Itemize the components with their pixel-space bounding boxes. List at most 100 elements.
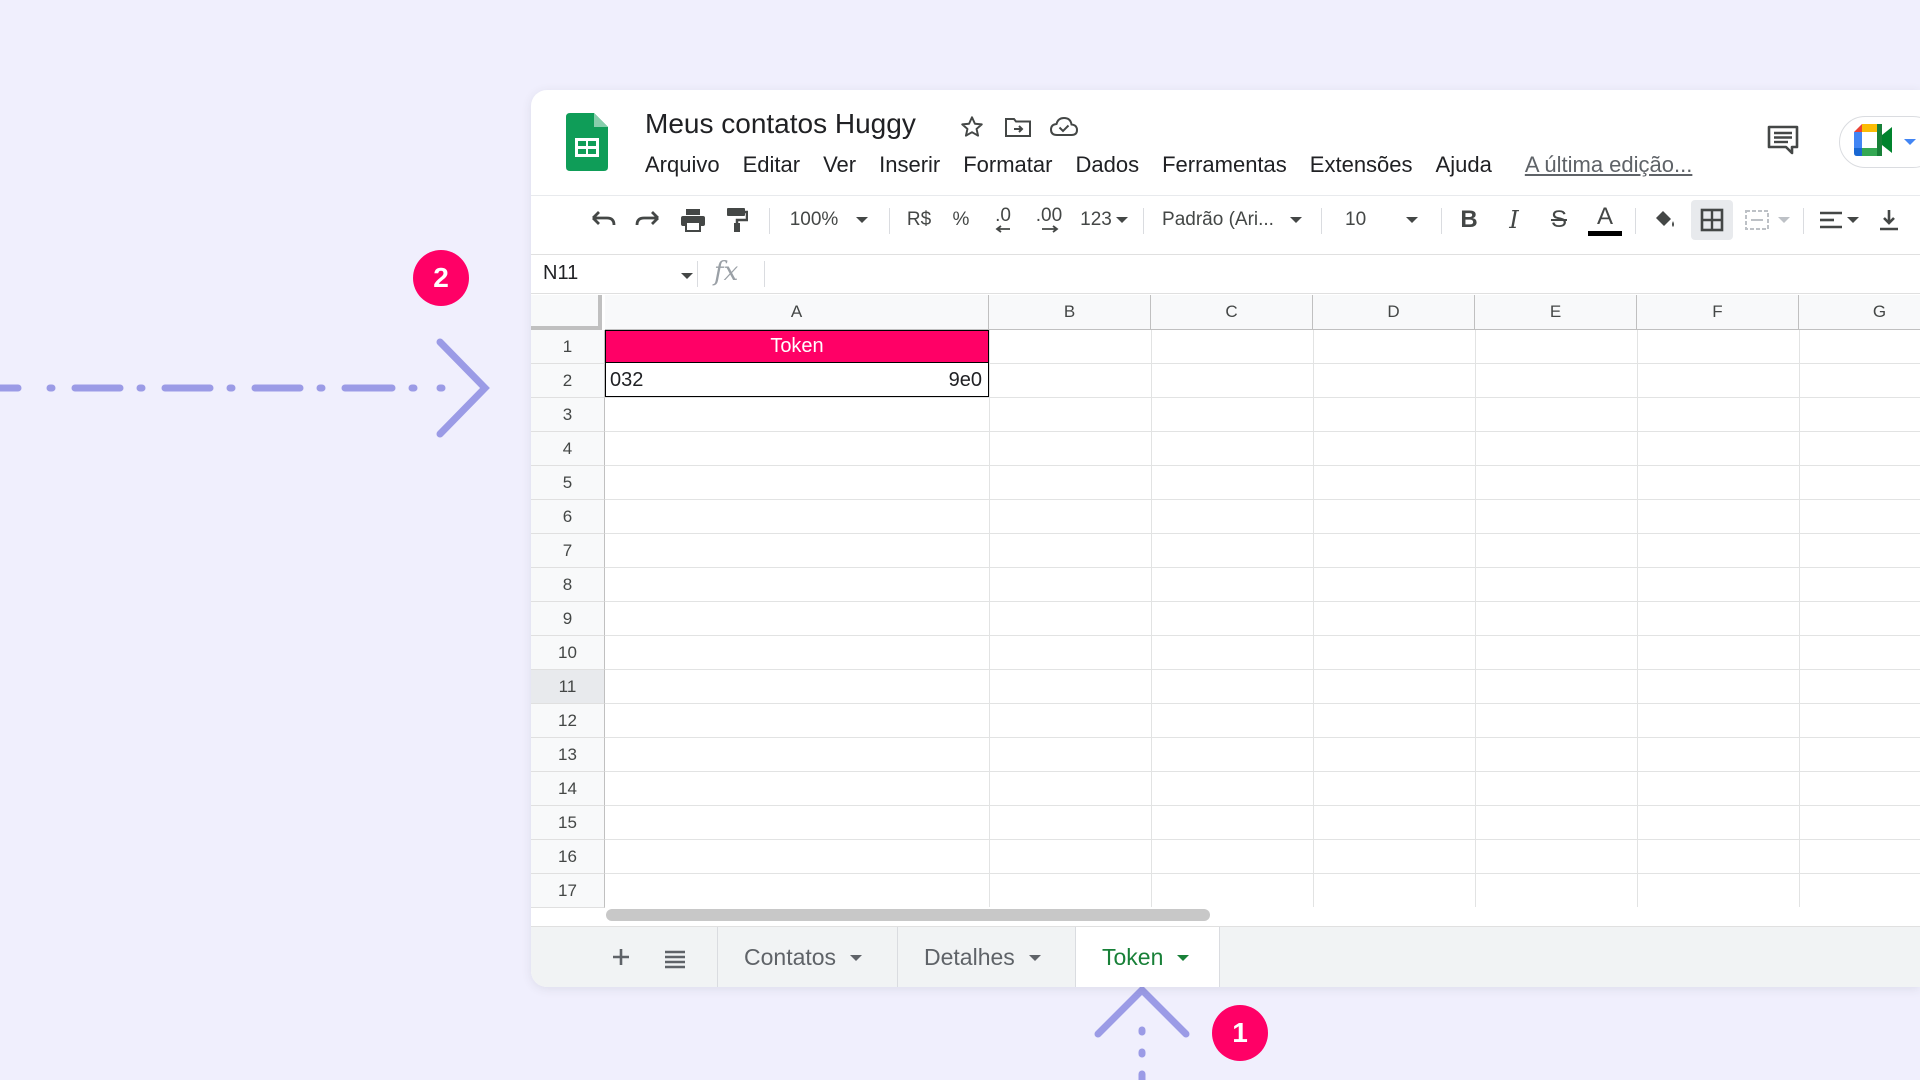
menu-ver[interactable]: Ver: [823, 152, 856, 178]
print-icon[interactable]: [676, 196, 710, 244]
more-formats-label: 123: [1080, 209, 1112, 230]
move-folder-icon[interactable]: [1003, 112, 1033, 142]
document-title[interactable]: Meus contatos Huggy: [645, 108, 916, 140]
decrease-decimal-button[interactable]: .0: [983, 196, 1023, 244]
column-header-a[interactable]: A: [605, 295, 989, 330]
spreadsheet-grid: A B C D E F G 1 2 3 4 5 6 7 8 9 10 11 12…: [531, 295, 1920, 921]
sheet-tabs-bar: Contatos Detalhes Token: [531, 926, 1920, 987]
last-edit-link[interactable]: A última edição...: [1525, 152, 1693, 178]
star-icon[interactable]: [957, 112, 987, 142]
row-header-7[interactable]: 7: [531, 534, 605, 568]
comment-history-icon[interactable]: [1763, 120, 1803, 160]
undo-icon[interactable]: [586, 196, 620, 244]
row-header-15[interactable]: 15: [531, 806, 605, 840]
bold-button[interactable]: B: [1451, 196, 1487, 244]
horizontal-scrollbar[interactable]: [606, 909, 1210, 921]
merge-cells-icon[interactable]: [1739, 196, 1795, 244]
more-formats-select[interactable]: 123: [1075, 196, 1133, 244]
badge-2: 2: [413, 250, 469, 306]
sheet-tab-detalhes-label: Detalhes: [924, 944, 1015, 970]
cell-a1-token-header[interactable]: Token: [605, 330, 989, 363]
increase-decimal-button[interactable]: .00: [1027, 196, 1071, 244]
row-header-10[interactable]: 10: [531, 636, 605, 670]
redo-icon[interactable]: [631, 196, 665, 244]
text-color-button[interactable]: A: [1585, 196, 1625, 244]
vertical-align-icon[interactable]: [1869, 196, 1909, 244]
menu-inserir[interactable]: Inserir: [879, 152, 940, 178]
toolbar: 100% R$ % .0 .00 123 Padrão (Ari... 10 B…: [531, 195, 1920, 244]
row-header-4[interactable]: 4: [531, 432, 605, 466]
row-header-5[interactable]: 5: [531, 466, 605, 500]
sheets-logo-icon[interactable]: [566, 113, 608, 171]
font-family-select[interactable]: Padrão (Ari...: [1153, 196, 1311, 244]
all-sheets-button[interactable]: [657, 941, 693, 977]
italic-button[interactable]: I: [1496, 196, 1532, 244]
cell-a2-token-value[interactable]: 032 9e0: [605, 363, 989, 397]
bottom-dashed-arrow: [1094, 985, 1190, 1080]
row-header-17[interactable]: 17: [531, 874, 605, 908]
text-color-label: A: [1596, 202, 1613, 230]
row-header-8[interactable]: 8: [531, 568, 605, 602]
chevron-down-icon: [850, 954, 863, 961]
row-header-12[interactable]: 12: [531, 704, 605, 738]
column-header-f[interactable]: F: [1637, 295, 1799, 330]
menu-ajuda[interactable]: Ajuda: [1436, 152, 1492, 178]
chevron-down-icon: [1028, 954, 1041, 961]
menu-editar[interactable]: Editar: [743, 152, 800, 178]
meet-chevron-down-icon: [1904, 139, 1916, 145]
meet-icon: [1854, 123, 1898, 161]
name-box[interactable]: N11: [543, 262, 578, 285]
column-header-b[interactable]: B: [989, 295, 1151, 330]
horizontal-align-icon[interactable]: [1813, 196, 1865, 244]
row-header-11[interactable]: 11: [531, 670, 605, 704]
menu-extensoes[interactable]: Extensões: [1310, 152, 1413, 178]
currency-format-button[interactable]: R$: [899, 196, 939, 244]
name-box-chevron-down-icon[interactable]: [681, 273, 693, 279]
meet-button[interactable]: [1839, 116, 1920, 168]
fill-color-icon[interactable]: [1645, 196, 1685, 244]
sheet-tab-token-label: Token: [1102, 944, 1164, 970]
menu-bar: Arquivo Editar Ver Inserir Formatar Dado…: [645, 152, 1715, 178]
row-header-2[interactable]: 2: [531, 364, 605, 398]
column-header-c[interactable]: C: [1151, 295, 1313, 330]
formula-bar: N11 fx: [531, 254, 1920, 294]
increase-decimal-label: .00: [1035, 205, 1063, 226]
font-size-value: 10: [1345, 209, 1367, 230]
decrease-decimal-label: .0: [995, 205, 1011, 226]
column-header-g[interactable]: G: [1799, 295, 1920, 330]
row-header-16[interactable]: 16: [531, 840, 605, 874]
zoom-select[interactable]: 100%: [779, 196, 879, 244]
column-header-d[interactable]: D: [1313, 295, 1475, 330]
font-size-select[interactable]: 10: [1331, 196, 1431, 244]
plus-icon: [613, 949, 629, 965]
fx-icon: fx: [714, 257, 739, 287]
sheet-tab-token[interactable]: Token: [1075, 927, 1219, 987]
menu-dados[interactable]: Dados: [1075, 152, 1139, 178]
select-all-corner[interactable]: [531, 295, 602, 330]
row-header-9[interactable]: 9: [531, 602, 605, 636]
row-header-14[interactable]: 14: [531, 772, 605, 806]
menu-ferramentas[interactable]: Ferramentas: [1162, 152, 1287, 178]
borders-icon[interactable]: [1691, 200, 1733, 240]
menu-arquivo[interactable]: Arquivo: [645, 152, 720, 178]
badge-1: 1: [1212, 1005, 1268, 1061]
token-value-start: 032: [610, 369, 644, 391]
cloud-saved-icon[interactable]: [1049, 112, 1079, 142]
strikethrough-button[interactable]: S: [1541, 196, 1577, 244]
row-header-3[interactable]: 3: [531, 398, 605, 432]
sheet-tab-contatos[interactable]: Contatos: [717, 927, 897, 987]
row-header-13[interactable]: 13: [531, 738, 605, 772]
sheet-tab-detalhes[interactable]: Detalhes: [897, 927, 1075, 987]
menu-formatar[interactable]: Formatar: [963, 152, 1052, 178]
chevron-down-icon: [1177, 954, 1190, 961]
text-color-swatch: [1588, 230, 1622, 236]
add-sheet-button[interactable]: [603, 939, 639, 975]
row-header-1[interactable]: 1: [531, 330, 605, 364]
column-header-e[interactable]: E: [1475, 295, 1637, 330]
row-header-6[interactable]: 6: [531, 500, 605, 534]
formula-input[interactable]: [776, 262, 1876, 286]
cells-area[interactable]: [605, 330, 1920, 907]
percent-format-button[interactable]: %: [943, 196, 979, 244]
paint-format-icon[interactable]: [720, 196, 754, 244]
zoom-value: 100%: [789, 209, 839, 230]
